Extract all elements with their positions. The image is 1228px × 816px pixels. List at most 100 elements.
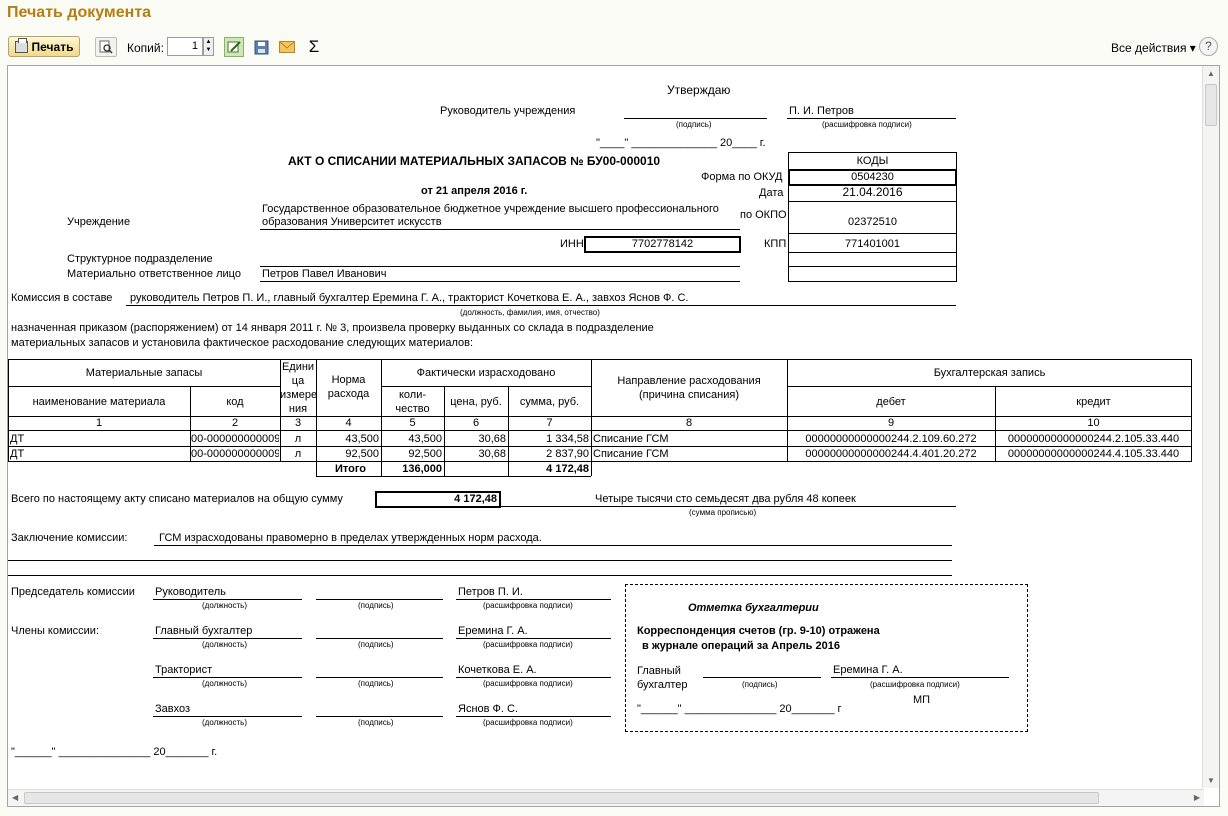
col-number: 9 [887, 417, 895, 429]
signature-line [456, 599, 611, 600]
th-unit-4: ния [288, 403, 308, 415]
vertical-scrollbar[interactable]: ▲ ▼ [1202, 66, 1219, 788]
total-amount: 4 172,48 [454, 493, 497, 505]
spin-down-icon[interactable]: ▼ [206, 47, 212, 53]
signature-line [153, 638, 302, 639]
vertical-scroll-thumb[interactable] [1205, 84, 1217, 126]
institution-label: Учреждение [67, 216, 131, 228]
print-button[interactable]: Печать [8, 36, 80, 57]
edit-pencil-icon [227, 41, 241, 53]
total-text: Всего по настоящему акту списано материа… [11, 493, 343, 505]
signature-line [153, 599, 302, 600]
send-email-button[interactable] [279, 39, 295, 55]
copies-spinner[interactable]: ▲ ▼ [203, 37, 214, 56]
cell-debit: 00000000000000244.4.401.20.272 [805, 448, 977, 460]
cell-sum: 1 334,58 [546, 433, 589, 445]
col-number: 8 [685, 417, 693, 429]
scroll-up-icon[interactable]: ▲ [1207, 69, 1215, 78]
sum-button[interactable]: Σ [306, 37, 322, 57]
copies-input[interactable]: 1 [167, 37, 203, 56]
codes-header: КОДЫ [856, 155, 889, 167]
okud-value: 0504230 [851, 171, 894, 183]
mol-name: Петров Павел Иванович [262, 268, 387, 280]
document-title: АКТ О СПИСАНИИ МАТЕРИАЛЬНЫХ ЗАПАСОВ № БУ… [288, 154, 661, 168]
th-unit-3: измере [280, 389, 318, 401]
th-code: код [226, 396, 244, 408]
total-words: Четыре тысячи сто семьдесят два рубля 48… [595, 493, 856, 505]
cell-name: ДТ [10, 448, 25, 460]
document-viewer[interactable]: Утверждаю Руководитель учреждения П. И. … [7, 65, 1220, 807]
horizontal-scroll-thumb[interactable] [24, 792, 1099, 804]
kpp-label: КПП [764, 238, 787, 250]
signer-name: Кочеткова Е. А. [458, 664, 537, 676]
table-border [8, 359, 1192, 360]
codes-divider [788, 266, 957, 267]
th-name: наименование материала [32, 396, 166, 408]
th-norm-2: расхода [327, 388, 370, 400]
order-line2: материальных запасов и установила фактич… [11, 337, 474, 349]
help-button[interactable]: ? [1199, 37, 1218, 56]
help-icon: ? [1205, 39, 1212, 53]
envelope-icon [279, 41, 295, 53]
sigma-icon: Σ [308, 37, 320, 56]
position-hint: (должность) [202, 640, 247, 649]
total-words-line [501, 506, 956, 507]
table-border [787, 386, 1192, 387]
th-credit: кредит [1076, 396, 1111, 408]
mol-line [260, 281, 740, 282]
signer-name: Еремина Г. А. [458, 625, 528, 637]
conclusion-line [8, 575, 952, 576]
signature-hint: (подпись) [742, 680, 778, 689]
th-direction-2: (причина списания) [638, 389, 740, 401]
signature-hint: (подпись) [358, 601, 394, 610]
signer-position: Руководитель [155, 586, 226, 598]
document-date: от 21 апреля 2016 г. [421, 185, 528, 197]
subdivision-line [260, 266, 740, 267]
scroll-down-icon[interactable]: ▼ [1207, 776, 1215, 785]
position-hint: (должность) [202, 679, 247, 688]
mol-label: Материально ответственное лицо [67, 268, 241, 280]
subdivision-label: Структурное подразделение [67, 253, 213, 265]
commission-label: Комиссия в составе [11, 292, 113, 304]
cell-sum: 2 837,90 [546, 448, 589, 460]
institution-line2: образования Университет искусств [262, 216, 442, 228]
stamp-place: МП [913, 694, 931, 706]
institution-line [260, 229, 740, 230]
cell-price: 30,68 [478, 433, 506, 445]
scroll-right-icon[interactable]: ▶ [1194, 793, 1200, 802]
preview-button[interactable] [95, 37, 117, 57]
save-button[interactable] [253, 39, 269, 55]
edit-toggle-button[interactable] [224, 37, 244, 57]
decode-hint: (расшифровка подписи) [870, 680, 960, 689]
head-label: Руководитель учреждения [440, 105, 576, 117]
signature-line [153, 716, 302, 717]
signer-position: Тракторист [155, 664, 213, 676]
codes-divider [788, 201, 957, 202]
decode-hint: (расшифровка подписи) [483, 679, 573, 688]
all-actions-menu[interactable]: Все действия ▾ [1111, 41, 1196, 55]
table-border [8, 461, 1192, 462]
signature-hint: (подпись) [358, 679, 394, 688]
th-price: цена, руб. [450, 396, 502, 408]
th-materials: Материальные запасы [85, 367, 203, 379]
cell-code: 00-000000000009 [191, 448, 279, 460]
codes-divider [788, 252, 957, 253]
table-border [8, 386, 280, 387]
th-unit-1: Едини [281, 361, 315, 373]
horizontal-scrollbar[interactable]: ◀ ▶ [8, 789, 1204, 806]
scroll-left-icon[interactable]: ◀ [12, 793, 18, 802]
approve-label: Утверждаю [667, 83, 731, 97]
cell-norm: 43,500 [345, 433, 379, 445]
magnifier-page-icon [99, 40, 113, 54]
spin-up-icon[interactable]: ▲ [206, 39, 212, 45]
col-number: 5 [409, 417, 416, 429]
cell-credit: 00000000000000244.2.105.33.440 [1007, 433, 1180, 445]
signature-line [153, 677, 302, 678]
signature-line [456, 638, 611, 639]
head-name-line [787, 118, 956, 119]
th-debit: дебет [876, 396, 906, 408]
cell-debit: 00000000000000244.2.109.60.272 [805, 433, 977, 445]
accounting-chief-name: Еремина Г. А. [833, 664, 903, 676]
signature-line [456, 716, 611, 717]
head-name: П. И. Петров [789, 105, 854, 117]
